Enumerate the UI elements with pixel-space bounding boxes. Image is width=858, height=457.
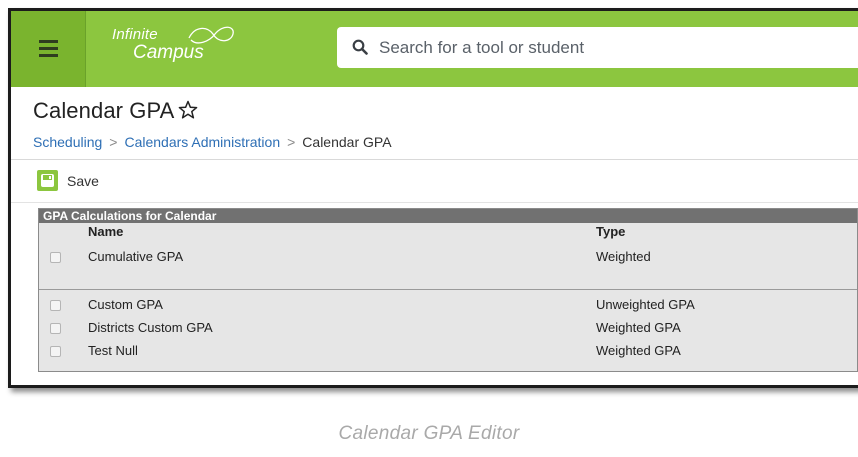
row-divider — [39, 289, 857, 290]
row-checkbox[interactable] — [50, 323, 61, 334]
save-label[interactable]: Save — [67, 173, 99, 189]
table-row[interactable]: Districts Custom GPA Weighted GPA — [39, 318, 857, 338]
breadcrumb: Scheduling > Calendars Administration > Cale… — [33, 134, 392, 150]
star-icon[interactable] — [178, 100, 198, 120]
table-row[interactable]: Cumulative GPA Weighted — [39, 247, 857, 267]
app-window: Infinite Campus Search for a tool or stu… — [8, 8, 858, 388]
row-checkbox[interactable] — [50, 300, 61, 311]
gpa-name: Cumulative GPA — [88, 249, 184, 264]
chevron-right-icon: > — [109, 134, 118, 150]
gpa-name: Test Null — [88, 343, 138, 358]
breadcrumb-calendars-administration[interactable]: Calendars Administration — [124, 134, 280, 150]
table-row[interactable]: Custom GPA Unweighted GPA — [39, 295, 857, 315]
gpa-type: Weighted GPA — [596, 343, 681, 358]
column-header-name: Name — [88, 224, 124, 239]
infinite-campus-logo[interactable]: Infinite Campus — [112, 24, 242, 74]
search-icon — [352, 39, 368, 55]
gpa-type: Weighted — [596, 249, 651, 264]
gpa-name: Districts Custom GPA — [88, 320, 213, 335]
top-bar: Infinite Campus Search for a tool or stu… — [11, 11, 858, 87]
action-toolbar: Save — [11, 160, 858, 202]
divider — [11, 202, 858, 203]
figure-caption: Calendar GPA Editor — [338, 423, 520, 444]
row-checkbox[interactable] — [50, 252, 61, 263]
page-title: Calendar GPA — [33, 98, 175, 123]
table-row[interactable]: Test Null Weighted GPA — [39, 341, 857, 361]
menu-button[interactable] — [11, 11, 86, 87]
gpa-calculations-table: GPA Calculations for Calendar Name Type … — [38, 208, 858, 372]
row-checkbox[interactable] — [50, 346, 61, 357]
save-button[interactable] — [37, 170, 58, 191]
logo-line1: Infinite — [112, 26, 158, 43]
search-placeholder: Search for a tool or student — [379, 38, 585, 57]
gpa-name: Custom GPA — [88, 297, 163, 312]
gpa-type: Unweighted GPA — [596, 297, 695, 312]
search-input[interactable]: Search for a tool or student — [337, 27, 858, 68]
breadcrumb-scheduling[interactable]: Scheduling — [33, 134, 102, 150]
gpa-type: Weighted GPA — [596, 320, 681, 335]
chevron-right-icon: > — [287, 134, 296, 150]
save-icon — [41, 174, 54, 187]
table-heading: GPA Calculations for Calendar — [39, 209, 857, 223]
infinity-icon — [188, 26, 234, 44]
column-header-type: Type — [596, 224, 626, 239]
breadcrumb-current: Calendar GPA — [302, 134, 392, 150]
